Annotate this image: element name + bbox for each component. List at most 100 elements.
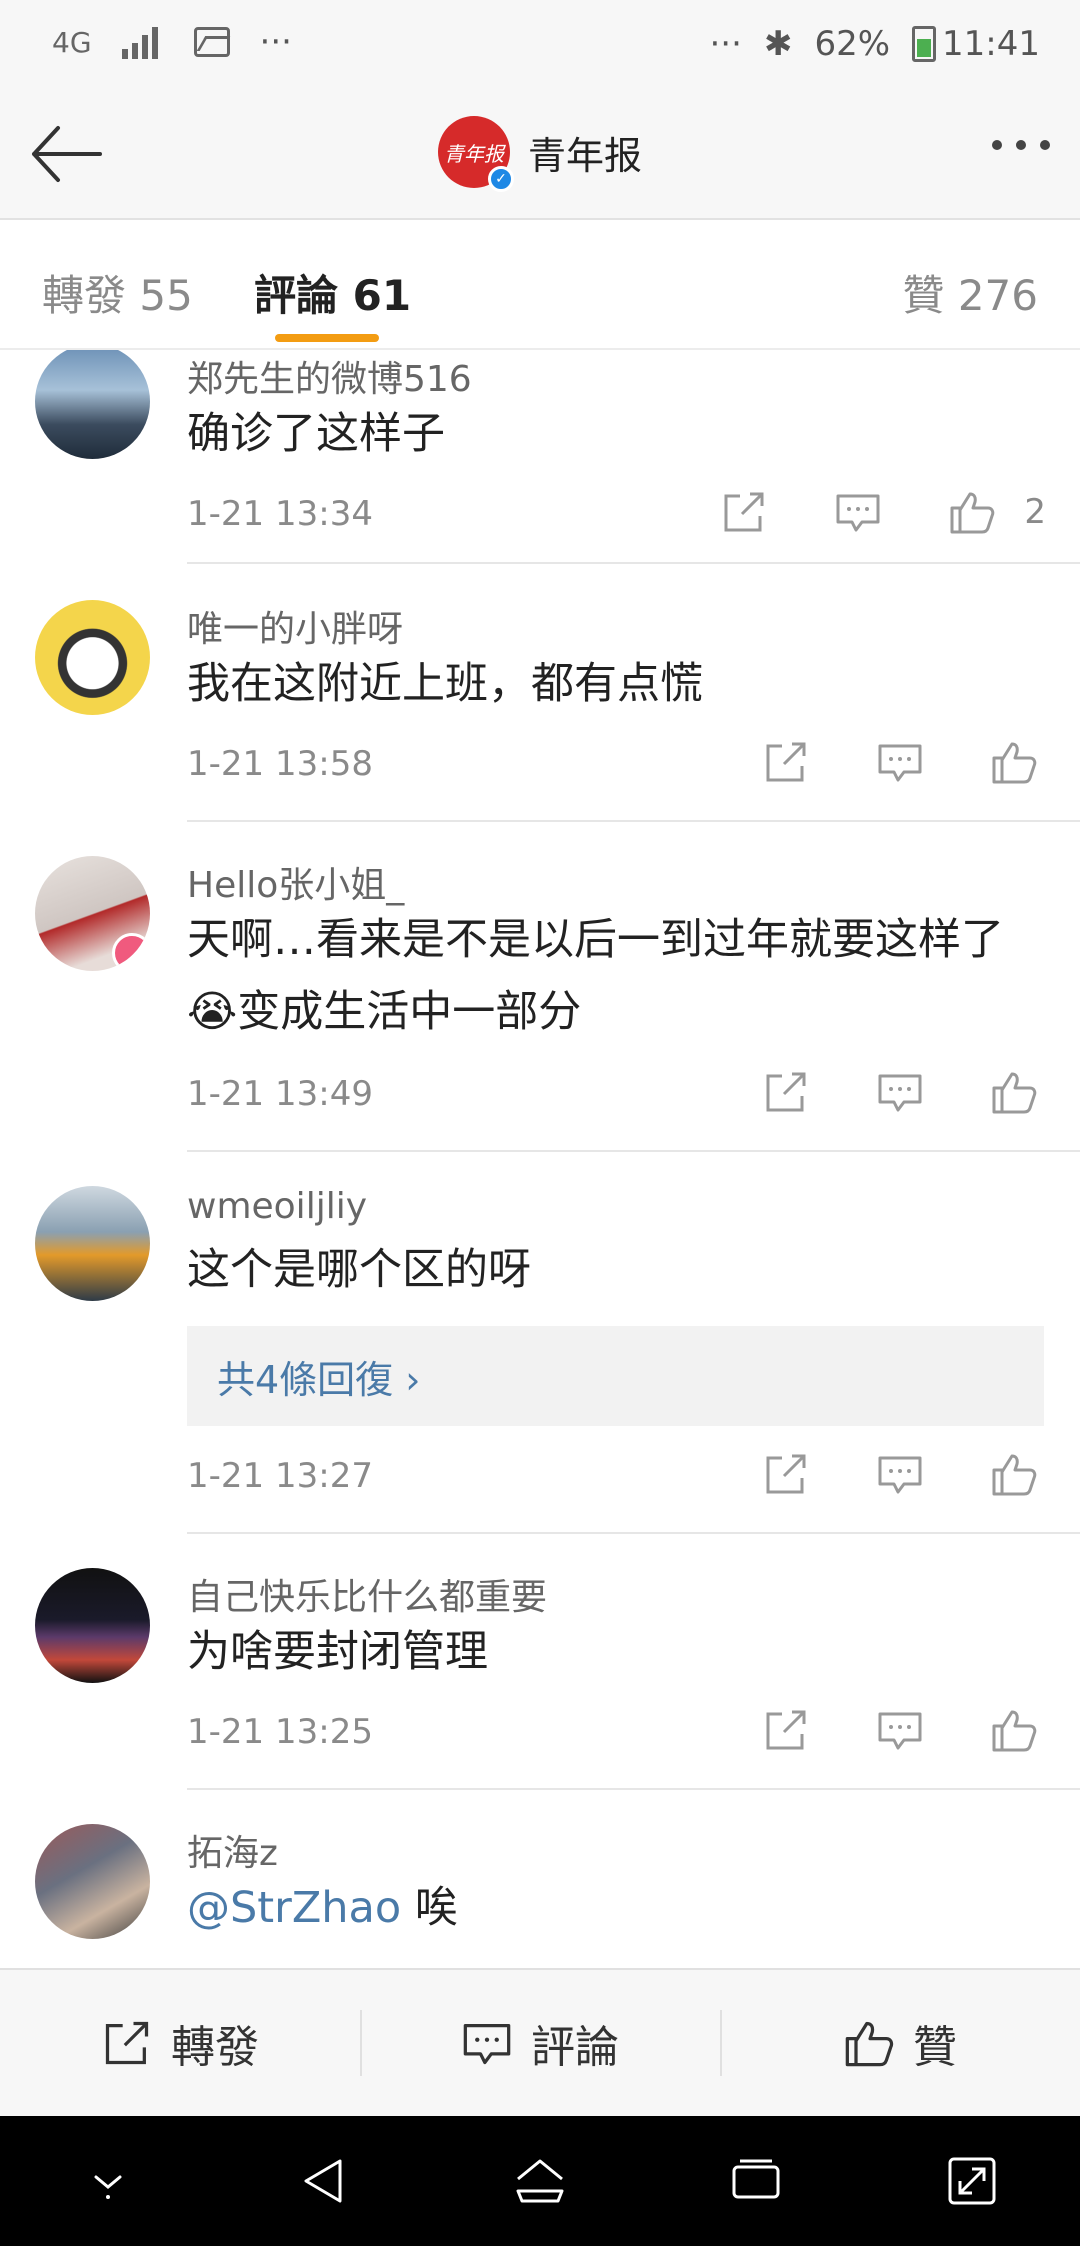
avatar[interactable] [35, 1568, 150, 1683]
tab-bar: 轉發 55 評論 61 贊 276 [0, 222, 1080, 350]
comment-list[interactable]: 郑先生的微博516 确诊了这样子 1-21 13:34 2 唯一的小胖呀 我在这… [0, 350, 1080, 1968]
comment-text: 为啥要封闭管理 [187, 1627, 488, 1677]
thumbs-up-icon [950, 492, 995, 534]
nav-home-button[interactable] [500, 2141, 580, 2221]
share-button[interactable] [754, 1064, 818, 1120]
account-logo[interactable]: 青年报 ✓ [437, 116, 514, 192]
expand-icon [948, 2157, 996, 2205]
comment-button[interactable]: 評論 [360, 1970, 720, 2116]
thumbs-up-icon [992, 1454, 1037, 1496]
tab-likes[interactable]: 贊 276 [902, 262, 1038, 323]
share-button[interactable] [754, 1446, 818, 1502]
battery-percent: 62% [814, 24, 891, 64]
comment-item: wmeoiljliy 这个是哪个区的呀 共4條回復 › 1-21 13:27 [0, 1150, 1080, 1534]
nav-expand-button[interactable] [932, 2141, 1012, 2221]
comment-icon [878, 744, 922, 782]
commenter-name[interactable]: 郑先生的微博516 [187, 350, 472, 402]
comment-text: @StrZhao 唉 [187, 1872, 1040, 1944]
recent-apps-icon [732, 2159, 780, 2199]
comment-time: 1-21 13:49 [187, 1074, 373, 1114]
like-button[interactable] [982, 734, 1046, 790]
forward-label: 轉發 [171, 2022, 259, 2073]
comment-icon [463, 2024, 511, 2065]
like-button[interactable] [982, 1446, 1046, 1502]
comment-time: 1-21 13:27 [187, 1456, 373, 1496]
commenter-name[interactable]: wmeoiljliy [187, 1186, 367, 1227]
image-notification-icon [193, 27, 230, 57]
commenter-name[interactable]: 唯一的小胖呀 [187, 600, 403, 652]
system-navigation-bar [0, 2116, 1080, 2246]
page-title: 青年报 [527, 133, 642, 178]
comment-icon [878, 1456, 922, 1494]
battery-icon [912, 26, 937, 62]
back-triangle-icon [304, 2159, 342, 2203]
thumbs-up-icon [992, 742, 1037, 784]
more-status: ··· [709, 24, 742, 64]
comment-item: 郑先生的微博516 确诊了这样子 1-21 13:34 2 [0, 350, 1080, 564]
avatar[interactable] [35, 856, 150, 971]
forward-button[interactable]: 轉發 [0, 1970, 360, 2116]
app-header: 青年报 ✓ 青年报 [0, 92, 1080, 220]
user-badge-icon [112, 933, 150, 971]
dot-icon [1016, 140, 1026, 150]
comment-time: 1-21 13:34 [187, 494, 373, 534]
chevron-down-icon [94, 2175, 122, 2199]
like-button[interactable] [982, 1702, 1046, 1758]
mention-link[interactable]: @StrZhao [187, 1883, 401, 1933]
nav-recents-button[interactable] [716, 2141, 796, 2221]
share-button[interactable] [754, 734, 818, 790]
hide-keyboard-button[interactable] [68, 2141, 148, 2221]
logo-text: 青年报 [443, 141, 504, 166]
status-bar: 4G ··· ··· ✱ 62% 11:41 [0, 0, 1080, 92]
like-button[interactable]: 贊 [720, 1970, 1080, 2116]
commenter-name[interactable]: 自己快乐比什么都重要 [187, 1568, 547, 1620]
active-tab-indicator [275, 334, 379, 342]
thumbs-up-icon [992, 1072, 1037, 1114]
reply-button[interactable] [868, 1702, 932, 1758]
reply-button[interactable] [826, 484, 890, 540]
comment-text-body: 唉 [401, 1883, 458, 1933]
thumbs-up-icon [845, 2021, 894, 2067]
more-options-button[interactable] [992, 140, 1050, 150]
home-icon [516, 2159, 564, 2203]
tab-forwards[interactable]: 轉發 55 [42, 262, 193, 323]
network-indicator: 4G [52, 25, 92, 59]
like-count: 2 [1024, 492, 1046, 532]
share-icon [766, 742, 806, 782]
like-button[interactable] [940, 484, 1004, 540]
comment-time: 1-21 13:25 [187, 1712, 373, 1752]
comment-text: 天啊…看来是不是以后一到过年就要这样了😭变成生活中一部分 [187, 915, 1004, 1037]
comment-item: 自己快乐比什么都重要 为啥要封闭管理 1-21 13:25 [0, 1532, 1080, 1790]
avatar[interactable] [35, 600, 150, 715]
avatar[interactable] [35, 350, 150, 459]
avatar[interactable] [35, 1824, 150, 1939]
comment-icon [836, 494, 880, 532]
share-icon [766, 1710, 806, 1750]
comment-item: 唯一的小胖呀 我在这附近上班，都有点慌 1-21 13:58 [0, 564, 1080, 822]
comment-text: 我在这附近上班，都有点慌 [187, 659, 703, 709]
share-icon [766, 1072, 806, 1112]
commenter-name[interactable]: 拓海z [187, 1824, 278, 1876]
comment-icon [878, 1074, 922, 1112]
comment-item: 拓海z @StrZhao 唉 [0, 1788, 1080, 1968]
clock: 11:41 [942, 24, 1040, 64]
comment-icon [878, 1712, 922, 1750]
share-button[interactable] [712, 484, 776, 540]
view-replies-button[interactable]: 共4條回復 › [187, 1326, 1044, 1426]
share-button[interactable] [754, 1702, 818, 1758]
share-icon [105, 2021, 149, 2065]
reply-button[interactable] [868, 1446, 932, 1502]
comment-label: 評論 [531, 2022, 619, 2073]
commenter-name[interactable]: Hello张小姐_ [187, 856, 404, 908]
dot-icon [992, 140, 1002, 150]
comment-time: 1-21 13:58 [187, 744, 373, 784]
bluetooth-icon: ✱ [763, 24, 793, 64]
signal-icon [121, 25, 164, 59]
like-button[interactable] [982, 1064, 1046, 1120]
avatar[interactable] [35, 1186, 150, 1301]
comment-item: Hello张小姐_ 天啊…看来是不是以后一到过年就要这样了😭变成生活中一部分 1… [0, 820, 1080, 1152]
nav-back-button[interactable] [284, 2141, 364, 2221]
reply-button[interactable] [868, 1064, 932, 1120]
reply-button[interactable] [868, 734, 932, 790]
verified-badge-icon: ✓ [487, 166, 514, 192]
